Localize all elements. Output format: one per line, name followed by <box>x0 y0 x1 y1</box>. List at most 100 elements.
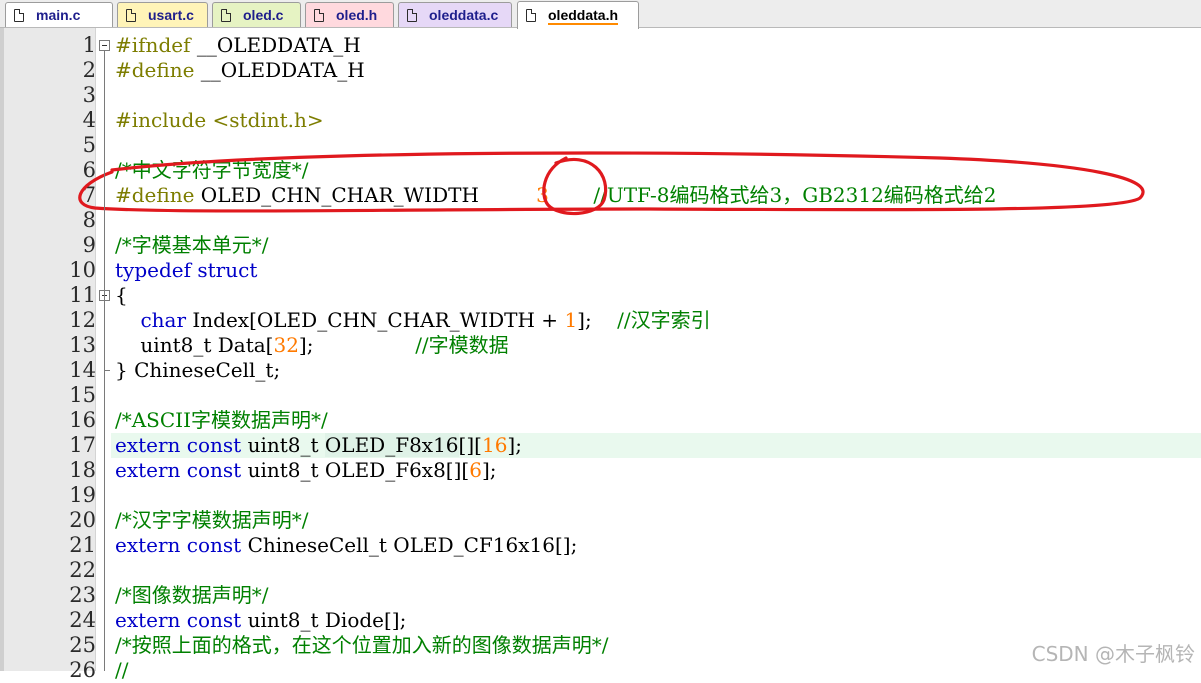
code-token: char <box>140 308 187 332</box>
code-token: uint8_t <box>241 433 325 457</box>
code-line[interactable]: extern const ChineseCell_t OLED_CF16x16[… <box>115 533 577 558</box>
tab-oled-h[interactable]: oled.h <box>305 2 394 27</box>
code-token: #include <stdint.h> <box>115 108 324 132</box>
code-line[interactable]: /*字模基本单元*/ <box>115 233 268 258</box>
line-number: 12 <box>69 308 96 332</box>
code-line[interactable]: /*图像数据声明*/ <box>115 583 268 608</box>
file-icon <box>526 9 536 22</box>
code-line[interactable]: #define __OLEDDATA_H <box>115 58 365 83</box>
code-token: /*按照上面的格式，在这个位置加入新的图像数据声明*/ <box>115 633 609 657</box>
code-token: extern const <box>115 608 242 632</box>
code-token: { <box>115 283 128 307</box>
code-line[interactable]: extern const uint8_t OLED_F8x16[][16]; <box>115 433 522 458</box>
line-number: 3 <box>82 83 96 107</box>
code-token: extern const <box>115 533 242 557</box>
code-line[interactable]: #include <stdint.h> <box>115 108 324 133</box>
code-token: OLED_F8x16 <box>324 433 459 457</box>
code-token: OLED_CHN_CHAR_WIDTH <box>194 183 537 207</box>
watermark: CSDN @木子枫铃 <box>1031 642 1195 666</box>
code-token: /*中文字符字节宽度*/ <box>115 158 309 182</box>
tab-label: oled.c <box>243 7 284 23</box>
line-number: 15 <box>69 383 96 407</box>
gutter-separator <box>95 28 96 671</box>
code-token: /*ASCII字模数据声明*/ <box>115 408 328 432</box>
line-number: 16 <box>69 408 96 432</box>
code-line[interactable]: /*按照上面的格式，在这个位置加入新的图像数据声明*/ <box>115 633 608 658</box>
line-number: 8 <box>82 208 96 232</box>
code-token: /*汉字字模数据声明*/ <box>115 508 309 532</box>
code-line[interactable]: /*汉字字模数据声明*/ <box>115 508 308 533</box>
line-number: 24 <box>69 608 96 632</box>
file-icon <box>221 8 231 22</box>
code-token: extern const <box>115 433 242 457</box>
code-token: 32 <box>273 333 299 357</box>
code-token: ChineseCell_t OLED_CF16x16[]; <box>241 533 578 557</box>
tab-label: oleddata.c <box>429 7 499 23</box>
code-token: #ifndef <box>115 33 191 57</box>
line-number: 2 <box>82 58 96 82</box>
tab-label: main.c <box>36 7 81 23</box>
tab-oleddata-c[interactable]: oleddata.c <box>398 2 512 27</box>
tab-oleddata-h[interactable]: oleddata.h <box>517 1 639 29</box>
code-token: /*字模基本单元*/ <box>115 233 269 257</box>
code-line[interactable]: /*ASCII字模数据声明*/ <box>115 408 328 433</box>
code-token: ]; <box>481 458 497 482</box>
tab-bar: main.c usart.c oled.c oled.h oleddata.c oledd… <box>0 0 1201 29</box>
code-token: 6 <box>469 458 482 482</box>
code-line[interactable]: #define OLED_CHN_CHAR_WIDTH 3 //UTF-8编码格… <box>115 183 997 208</box>
line-number: 11 <box>69 283 96 307</box>
code-token: uint8_t OLED_F6x8[][ <box>241 458 470 482</box>
line-number-gutter: 1 2 3 4 5 6 7 8 9 10 11 12 13 14 15 16 17 18 19 20 21 22 23 24 2… <box>4 28 96 682</box>
code-token: __OLEDDATA_H <box>190 33 361 57</box>
code-token: ]; <box>298 333 416 357</box>
code-line[interactable]: #ifndef __OLEDDATA_H <box>115 33 361 58</box>
code-token: #define <box>115 183 195 207</box>
code-token: 1 <box>564 308 578 332</box>
code-line[interactable]: } ChineseCell_t; <box>115 358 280 383</box>
code-token: [][ <box>458 433 482 457</box>
fold-collapse-icon[interactable] <box>99 40 110 51</box>
code-token: } ChineseCell_t; <box>115 358 281 382</box>
code-token: uint8_t Diode[]; <box>241 608 407 632</box>
line-number: 9 <box>82 233 96 257</box>
code-line[interactable]: extern const uint8_t OLED_F6x8[][6]; <box>115 458 497 483</box>
line-number: 14 <box>69 358 96 382</box>
code-token: //UTF-8编码格式给3，GB2312编码格式给2 <box>593 183 997 207</box>
file-icon <box>126 8 136 22</box>
tab-label: oled.h <box>336 7 378 23</box>
code-token: Index[OLED_CHN_CHAR_WIDTH + <box>186 308 565 332</box>
code-line[interactable]: extern const uint8_t Diode[]; <box>115 608 406 633</box>
line-number: 17 <box>69 433 96 457</box>
line-number: 6 <box>82 158 96 182</box>
code-token: 16 <box>481 433 508 457</box>
tab-label: oleddata.h <box>548 6 619 25</box>
file-icon <box>407 8 417 22</box>
line-number: 1 <box>82 33 96 57</box>
line-number: 19 <box>69 483 96 507</box>
code-line[interactable]: typedef struct <box>115 258 257 283</box>
line-number: 7 <box>82 183 96 207</box>
code-token: typedef struct <box>115 258 258 282</box>
tab-oled-c[interactable]: oled.c <box>212 2 301 27</box>
line-number: 13 <box>69 333 96 357</box>
tab-usart-c[interactable]: usart.c <box>117 2 208 27</box>
code-line[interactable]: uint8_t Data[32]; //字模数据 <box>115 333 508 358</box>
code-token: ]; <box>507 433 522 457</box>
code-token: ]; <box>577 308 618 332</box>
code-token: /*图像数据声明*/ <box>115 583 269 607</box>
code-token: __OLEDDATA_H <box>194 58 365 82</box>
fold-guide-line <box>104 51 105 671</box>
line-number: 4 <box>82 108 96 132</box>
line-number: 25 <box>69 633 96 657</box>
code-line[interactable]: { <box>115 283 128 308</box>
line-number: 22 <box>69 558 96 582</box>
line-number: 23 <box>69 583 96 607</box>
code-token: // <box>115 658 129 682</box>
code-line[interactable]: /*中文字符字节宽度*/ <box>115 158 308 183</box>
code-token: #define <box>115 58 195 82</box>
line-number: 20 <box>69 508 96 532</box>
code-token: 3 <box>536 183 549 207</box>
code-line[interactable]: char Index[OLED_CHN_CHAR_WIDTH + 1]; //汉… <box>115 308 710 333</box>
tab-main-c[interactable]: main.c <box>5 2 113 27</box>
